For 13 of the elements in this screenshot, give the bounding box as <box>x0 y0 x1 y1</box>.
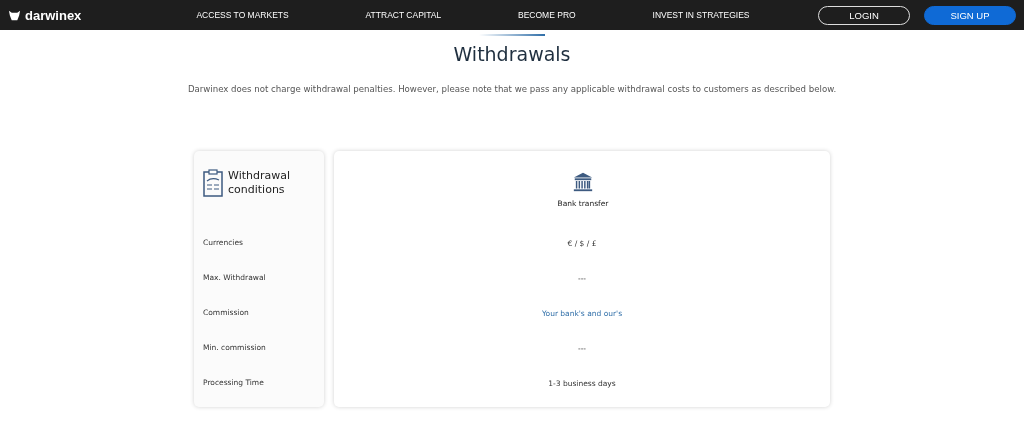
nav-link[interactable]: BECOME PRO <box>518 10 576 20</box>
card-title: Withdrawal conditions <box>228 169 291 198</box>
login-button[interactable]: LOGIN <box>818 5 910 25</box>
accent-line <box>479 34 545 36</box>
nav-link[interactable]: ACCESS TO MARKETS <box>196 10 289 20</box>
nav-link[interactable]: ATTRACT CAPITAL <box>365 10 442 20</box>
bank-icon <box>572 171 594 193</box>
logo-text[interactable]: darwinex <box>25 7 82 23</box>
sign-up-button[interactable]: SIGN UP <box>924 5 1016 25</box>
nav-link[interactable]: INVEST IN STRATEGIES <box>652 10 750 20</box>
page-title: Withdrawals <box>453 43 571 65</box>
intro-text: Darwinex does not charge withdrawal penalties. However, please note that we pass any applicable withdrawal costs to customers as described below. <box>187 84 837 94</box>
clipboard-icon <box>203 169 223 197</box>
